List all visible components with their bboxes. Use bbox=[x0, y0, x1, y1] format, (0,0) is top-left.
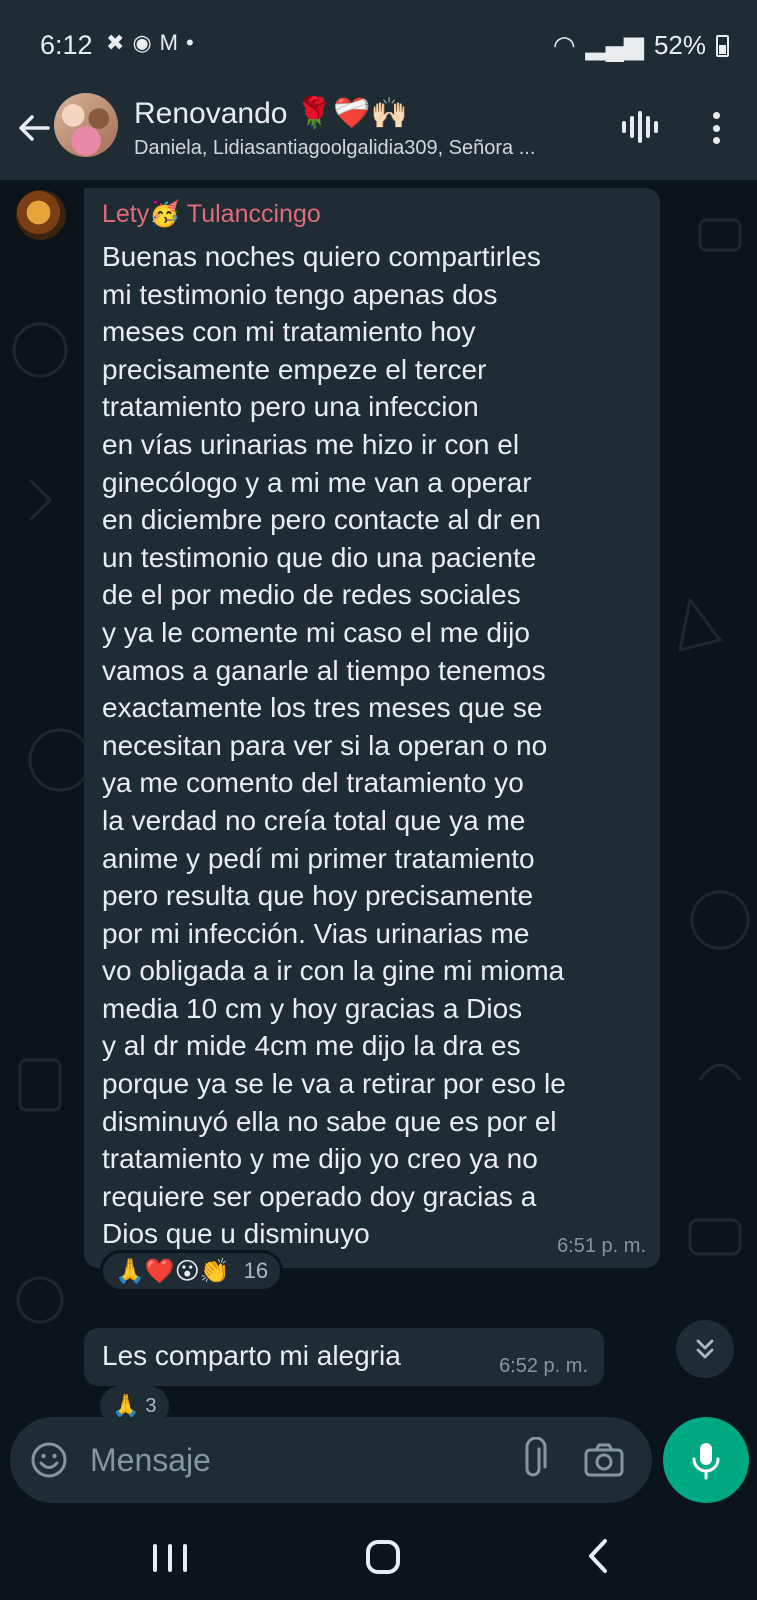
emoji-icon[interactable] bbox=[30, 1441, 68, 1479]
double-chevron-down-icon[interactable] bbox=[676, 1320, 734, 1378]
gmail-icon: M bbox=[159, 30, 178, 55]
reaction-emojis: 🙏 bbox=[112, 1393, 140, 1418]
message-text: Les comparto mi alegria bbox=[102, 1340, 401, 1371]
microphone-icon[interactable] bbox=[663, 1417, 749, 1503]
message-reactions[interactable]: 🙏 3 bbox=[100, 1386, 169, 1420]
arrow-left-icon[interactable] bbox=[14, 108, 54, 148]
paperclip-icon[interactable] bbox=[513, 1436, 553, 1483]
sender-name[interactable]: Lety🥳 Tulanccingo bbox=[102, 200, 321, 229]
reaction-count: 3 bbox=[145, 1394, 157, 1417]
reaction-emojis: 🙏❤️😮👏 bbox=[115, 1257, 230, 1285]
recent-apps-icon[interactable] bbox=[153, 1544, 187, 1572]
sender-avatar[interactable] bbox=[16, 190, 66, 240]
status-bar: 6:12 ✖ ◉ M • ◠ ▂▄▆ 52% bbox=[0, 0, 757, 90]
more-vertical-icon[interactable] bbox=[704, 108, 728, 148]
message-time: 6:51 p. m. bbox=[557, 1235, 646, 1257]
message-reactions[interactable]: 🙏❤️😮👏 16 bbox=[100, 1250, 284, 1292]
reaction-count: 16 bbox=[243, 1258, 269, 1283]
signal-icon: ▂▄▆ bbox=[585, 30, 644, 60]
battery-icon bbox=[716, 34, 729, 57]
system-status: ◠ ▂▄▆ 52% bbox=[553, 30, 729, 61]
message-bubble[interactable]: Les comparto mi alegria 6:52 p. m. bbox=[84, 1328, 604, 1386]
group-avatar[interactable] bbox=[54, 93, 118, 157]
message-bubble[interactable]: Lety🥳 Tulanccingo Buenas noches quiero c… bbox=[84, 188, 660, 1268]
notification-icons: ✖ ◉ M • bbox=[106, 30, 194, 56]
group-title[interactable]: Renovando 🌹❤️‍🩹🙌🏻 bbox=[134, 96, 408, 131]
message-text: Buenas noches quiero compartirles mi tes… bbox=[102, 241, 566, 1250]
notification-app-icon: ◉ bbox=[132, 30, 152, 55]
dot-icon: • bbox=[185, 30, 194, 55]
voice-chat-icon[interactable] bbox=[620, 110, 660, 144]
camera-icon[interactable] bbox=[583, 1441, 625, 1479]
message-composer bbox=[10, 1417, 652, 1503]
wifi-icon: ◠ bbox=[552, 30, 576, 60]
nav-back-icon[interactable] bbox=[583, 1536, 613, 1576]
system-nav-bar bbox=[0, 1510, 757, 1600]
chat-area[interactable]: Lety🥳 Tulanccingo Buenas noches quiero c… bbox=[0, 180, 757, 1420]
notification-app-icon: ✖ bbox=[106, 30, 125, 55]
battery-percent: 52% bbox=[653, 30, 706, 60]
status-time: 6:12 bbox=[40, 30, 93, 60]
group-members[interactable]: Daniela, Lidiasantiagoolgalidia309, Seño… bbox=[134, 137, 594, 160]
message-input[interactable] bbox=[90, 1435, 490, 1485]
message-time: 6:52 p. m. bbox=[499, 1355, 588, 1377]
home-icon[interactable] bbox=[366, 1540, 400, 1574]
chat-header: Renovando 🌹❤️‍🩹🙌🏻 Daniela, Lidiasantiago… bbox=[0, 90, 757, 180]
